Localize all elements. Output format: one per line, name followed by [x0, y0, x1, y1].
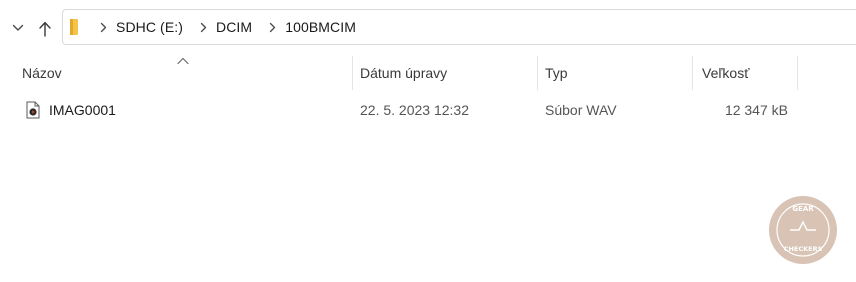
file-name: IMAG0001 [49, 102, 116, 118]
file-date-modified: 22. 5. 2023 12:32 [360, 102, 469, 118]
folder-icon [69, 18, 83, 36]
breadcrumb-item-dcim[interactable]: DCIM [216, 19, 252, 35]
column-header-date[interactable]: Dátum úpravy [360, 65, 447, 81]
arrow-up-icon [39, 21, 51, 37]
breadcrumb-item-drive[interactable]: SDHC (E:) [116, 19, 183, 35]
column-header-name[interactable]: Názov [22, 65, 62, 81]
column-divider[interactable] [537, 56, 538, 90]
file-type: Súbor WAV [545, 102, 617, 118]
gear-checkers-watermark-logo: GEAR CHECKERS [769, 196, 837, 264]
column-header-size[interactable]: Veľkosť [702, 65, 749, 81]
column-header-row: Názov Dátum úpravy Typ Veľkosť [0, 56, 856, 90]
svg-text:CHECKERS: CHECKERS [784, 245, 823, 253]
chevron-down-icon [12, 24, 24, 31]
column-divider[interactable] [352, 56, 353, 90]
wav-audio-file-icon [26, 101, 40, 119]
file-explorer-window: SDHC (E:) DCIM 100BMCIM Názov Dátum úpra… [0, 0, 856, 282]
address-bar[interactable]: SDHC (E:) DCIM 100BMCIM [62, 9, 856, 45]
recent-locations-button[interactable] [8, 18, 28, 38]
file-row[interactable]: IMAG0001 22. 5. 2023 12:32 Súbor WAV 12 … [0, 98, 800, 124]
file-size: 12 347 kB [724, 102, 788, 118]
svg-text:GEAR: GEAR [792, 205, 814, 213]
column-header-type[interactable]: Typ [545, 65, 568, 81]
breadcrumb-item-current-folder[interactable]: 100BMCIM [285, 19, 356, 35]
chevron-right-icon [198, 22, 208, 33]
chevron-right-icon [267, 22, 277, 33]
column-divider[interactable] [797, 56, 798, 90]
column-divider[interactable] [692, 56, 693, 90]
up-one-level-button[interactable] [34, 18, 56, 40]
sort-ascending-icon [177, 57, 189, 65]
chevron-right-icon [98, 22, 108, 33]
navigation-bar: SDHC (E:) DCIM 100BMCIM [0, 0, 856, 56]
